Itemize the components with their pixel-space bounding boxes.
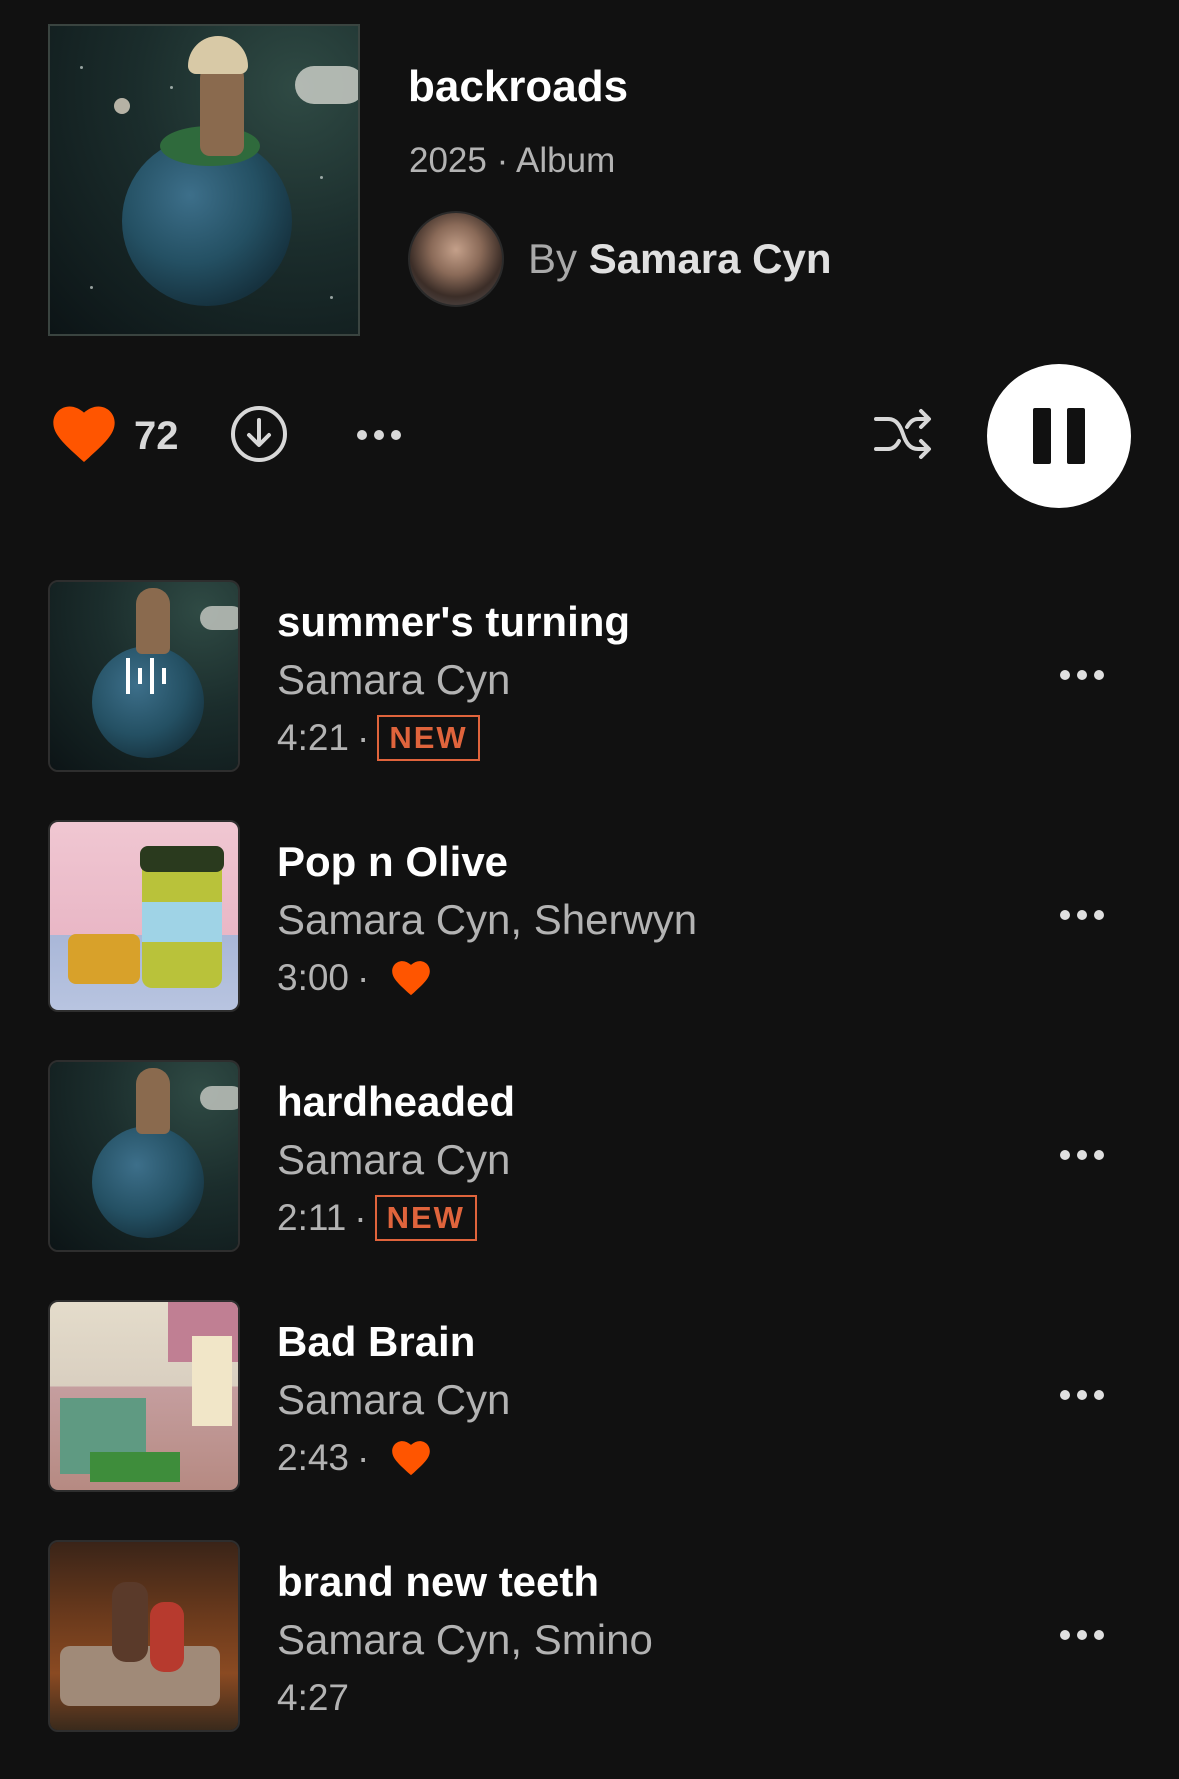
like-button[interactable] (52, 404, 116, 464)
track-artwork (48, 820, 240, 1012)
now-playing-icon (126, 658, 166, 694)
track-artwork (48, 1060, 240, 1252)
album-title: backroads (408, 62, 629, 111)
track-meta: 4:21 · NEW (277, 715, 480, 761)
new-badge: NEW (374, 1195, 477, 1241)
track-more-button[interactable] (1058, 902, 1106, 928)
album-meta: 2025 · Album (409, 141, 616, 180)
track-artists: Samara Cyn, Smino (277, 1616, 653, 1663)
track-more-button[interactable] (1058, 1382, 1106, 1408)
download-icon (231, 406, 287, 462)
track-artwork (48, 580, 240, 772)
track-title: Pop n Olive (277, 838, 509, 885)
artist-name[interactable]: Samara Cyn (589, 235, 832, 282)
more-icon (357, 430, 401, 440)
track-meta: 3:00 · (277, 956, 431, 1000)
like-count: 72 (134, 414, 179, 458)
track-artists: Samara Cyn (277, 1136, 511, 1183)
track-row[interactable]: Bad Brain Samara Cyn 2:43 · (0, 1300, 1179, 1496)
more-icon (1060, 1390, 1104, 1400)
track-more-button[interactable] (1058, 1622, 1106, 1648)
album-page: backroads 2025 · Album By Samara Cyn 72 (0, 0, 1179, 1779)
more-icon (1060, 1150, 1104, 1160)
meta-separator: · (357, 1437, 370, 1478)
artist-avatar[interactable] (408, 211, 504, 307)
liked-heart-icon (392, 1441, 431, 1476)
track-artists: Samara Cyn, Sherwyn (277, 896, 698, 943)
more-icon (1060, 670, 1104, 680)
track-duration: 3:00 (277, 957, 350, 998)
more-icon (1060, 1630, 1104, 1640)
track-title: summer's turning (277, 598, 631, 645)
album-byline[interactable]: By Samara Cyn (528, 235, 831, 283)
track-artists: Samara Cyn (277, 1376, 511, 1423)
pause-button[interactable] (987, 364, 1131, 508)
track-title: hardheaded (277, 1078, 516, 1125)
by-prefix: By (528, 235, 578, 282)
track-meta: 2:11 · NEW (277, 1195, 477, 1241)
track-row[interactable]: summer's turning Samara Cyn 4:21 · NEW (0, 580, 1179, 776)
track-title: Bad Brain (277, 1318, 476, 1365)
liked-heart-icon (392, 961, 431, 996)
track-more-button[interactable] (1058, 1142, 1106, 1168)
track-duration: 4:27 (277, 1677, 350, 1718)
track-row[interactable]: Pop n Olive Samara Cyn, Sherwyn 3:00 · (0, 820, 1179, 1016)
shuffle-icon (874, 409, 931, 459)
shuffle-button[interactable] (872, 405, 934, 463)
track-artwork (48, 1300, 240, 1492)
track-meta: 4:27 (277, 1676, 349, 1720)
track-more-button[interactable] (1058, 662, 1106, 688)
track-title: brand new teeth (277, 1558, 600, 1605)
meta-separator: · (357, 957, 370, 998)
heart-icon (53, 406, 115, 462)
track-row[interactable]: brand new teeth Samara Cyn, Smino 4:27 (0, 1540, 1179, 1736)
track-artwork (48, 1540, 240, 1732)
meta-separator: · (357, 717, 370, 758)
new-badge: NEW (377, 715, 480, 761)
track-artists: Samara Cyn (277, 656, 511, 703)
meta-separator: · (354, 1197, 367, 1238)
track-meta: 2:43 · (277, 1436, 431, 1480)
album-cover[interactable] (48, 24, 360, 336)
track-row[interactable]: hardheaded Samara Cyn 2:11 · NEW (0, 1060, 1179, 1256)
more-icon (1060, 910, 1104, 920)
more-options-button[interactable] (354, 420, 404, 450)
track-duration: 4:21 (277, 717, 350, 758)
track-duration: 2:11 (277, 1197, 347, 1238)
track-duration: 2:43 (277, 1437, 350, 1478)
download-button[interactable] (229, 404, 289, 464)
